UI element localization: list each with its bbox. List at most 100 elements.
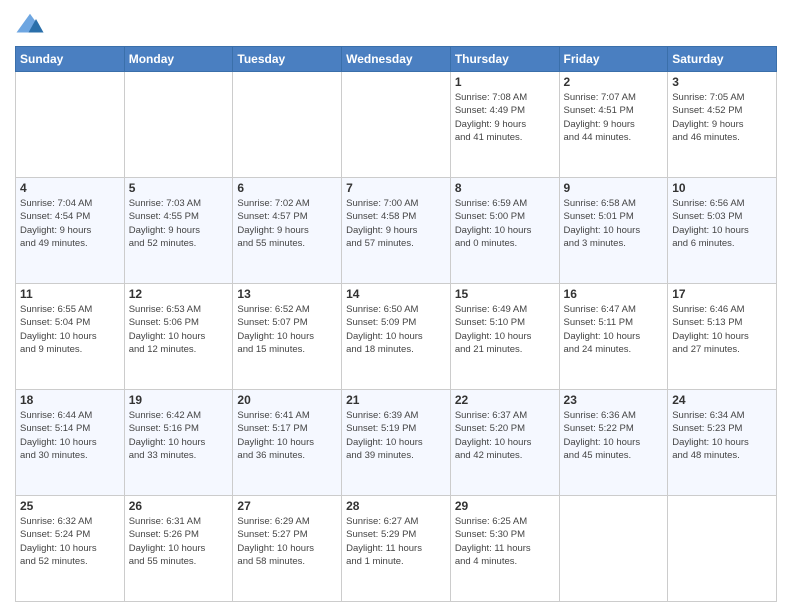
calendar-cell: 26 Sunrise: 6:31 AMSunset: 5:26 PMDayligh…	[124, 496, 233, 602]
day-number: 16	[564, 287, 664, 301]
day-number: 5	[129, 181, 229, 195]
day-number: 4	[20, 181, 120, 195]
logo-icon	[15, 10, 45, 40]
day-info: Sunrise: 6:27 AMSunset: 5:29 PMDaylight:…	[346, 515, 446, 568]
day-info: Sunrise: 7:02 AMSunset: 4:57 PMDaylight:…	[237, 197, 337, 250]
th-wednesday: Wednesday	[342, 47, 451, 72]
calendar-cell: 4 Sunrise: 7:04 AMSunset: 4:54 PMDaylight…	[16, 178, 125, 284]
day-number: 3	[672, 75, 772, 89]
calendar-cell: 10 Sunrise: 6:56 AMSunset: 5:03 PMDayligh…	[668, 178, 777, 284]
day-number: 18	[20, 393, 120, 407]
day-info: Sunrise: 6:42 AMSunset: 5:16 PMDaylight:…	[129, 409, 229, 462]
day-number: 24	[672, 393, 772, 407]
day-info: Sunrise: 6:56 AMSunset: 5:03 PMDaylight:…	[672, 197, 772, 250]
th-saturday: Saturday	[668, 47, 777, 72]
calendar-cell: 23Sunrise: 6:36 AMSunset: 5:22 PMDayligh…	[559, 390, 668, 496]
day-info: Sunrise: 7:05 AMSunset: 4:52 PMDaylight:…	[672, 91, 772, 144]
calendar-cell	[233, 72, 342, 178]
calendar-cell: 2 Sunrise: 7:07 AMSunset: 4:51 PMDaylight…	[559, 72, 668, 178]
day-info: Sunrise: 6:41 AMSunset: 5:17 PMDaylight:…	[237, 409, 337, 462]
calendar-cell	[16, 72, 125, 178]
calendar-body: 1 Sunrise: 7:08 AMSunset: 4:49 PMDaylight…	[16, 72, 777, 602]
logo	[15, 10, 49, 40]
day-number: 12	[129, 287, 229, 301]
day-info: Sunrise: 6:39 AMSunset: 5:19 PMDaylight:…	[346, 409, 446, 462]
calendar-cell	[342, 72, 451, 178]
day-info: Sunrise: 6:44 AMSunset: 5:14 PMDaylight:…	[20, 409, 120, 462]
calendar-cell: 18 Sunrise: 6:44 AMSunset: 5:14 PMDayligh…	[16, 390, 125, 496]
calendar-cell: 17Sunrise: 6:46 AMSunset: 5:13 PMDayligh…	[668, 284, 777, 390]
calendar-cell: 29 Sunrise: 6:25 AMSunset: 5:30 PMDayligh…	[450, 496, 559, 602]
day-number: 27	[237, 499, 337, 513]
calendar-week-1: 4 Sunrise: 7:04 AMSunset: 4:54 PMDaylight…	[16, 178, 777, 284]
day-number: 20	[237, 393, 337, 407]
calendar-week-0: 1 Sunrise: 7:08 AMSunset: 4:49 PMDaylight…	[16, 72, 777, 178]
calendar-cell: 25Sunrise: 6:32 AMSunset: 5:24 PMDayligh…	[16, 496, 125, 602]
calendar-cell: 20 Sunrise: 6:41 AMSunset: 5:17 PMDayligh…	[233, 390, 342, 496]
calendar-cell: 27Sunrise: 6:29 AMSunset: 5:27 PMDayligh…	[233, 496, 342, 602]
calendar-header: Sunday Monday Tuesday Wednesday Thursday…	[16, 47, 777, 72]
calendar-table: Sunday Monday Tuesday Wednesday Thursday…	[15, 46, 777, 602]
day-info: Sunrise: 6:50 AMSunset: 5:09 PMDaylight:…	[346, 303, 446, 356]
calendar-cell: 28Sunrise: 6:27 AMSunset: 5:29 PMDayligh…	[342, 496, 451, 602]
calendar-cell: 6 Sunrise: 7:02 AMSunset: 4:57 PMDaylight…	[233, 178, 342, 284]
calendar-cell: 11Sunrise: 6:55 AMSunset: 5:04 PMDayligh…	[16, 284, 125, 390]
day-number: 1	[455, 75, 555, 89]
day-number: 19	[129, 393, 229, 407]
th-tuesday: Tuesday	[233, 47, 342, 72]
day-info: Sunrise: 6:59 AMSunset: 5:00 PMDaylight:…	[455, 197, 555, 250]
header-row: Sunday Monday Tuesday Wednesday Thursday…	[16, 47, 777, 72]
th-sunday: Sunday	[16, 47, 125, 72]
calendar-cell: 5 Sunrise: 7:03 AMSunset: 4:55 PMDaylight…	[124, 178, 233, 284]
day-number: 10	[672, 181, 772, 195]
calendar-cell: 3 Sunrise: 7:05 AMSunset: 4:52 PMDaylight…	[668, 72, 777, 178]
calendar-cell: 22 Sunrise: 6:37 AMSunset: 5:20 PMDayligh…	[450, 390, 559, 496]
day-info: Sunrise: 7:08 AMSunset: 4:49 PMDaylight:…	[455, 91, 555, 144]
day-number: 26	[129, 499, 229, 513]
day-info: Sunrise: 6:49 AMSunset: 5:10 PMDaylight:…	[455, 303, 555, 356]
day-number: 14	[346, 287, 446, 301]
day-info: Sunrise: 6:37 AMSunset: 5:20 PMDaylight:…	[455, 409, 555, 462]
day-info: Sunrise: 6:52 AMSunset: 5:07 PMDaylight:…	[237, 303, 337, 356]
calendar-cell: 15 Sunrise: 6:49 AMSunset: 5:10 PMDayligh…	[450, 284, 559, 390]
calendar-cell: 13 Sunrise: 6:52 AMSunset: 5:07 PMDayligh…	[233, 284, 342, 390]
day-info: Sunrise: 6:32 AMSunset: 5:24 PMDaylight:…	[20, 515, 120, 568]
day-info: Sunrise: 6:25 AMSunset: 5:30 PMDaylight:…	[455, 515, 555, 568]
day-number: 29	[455, 499, 555, 513]
day-number: 15	[455, 287, 555, 301]
day-number: 7	[346, 181, 446, 195]
calendar-cell: 12Sunrise: 6:53 AMSunset: 5:06 PMDayligh…	[124, 284, 233, 390]
calendar-cell: 24 Sunrise: 6:34 AMSunset: 5:23 PMDayligh…	[668, 390, 777, 496]
day-info: Sunrise: 6:34 AMSunset: 5:23 PMDaylight:…	[672, 409, 772, 462]
calendar-cell	[559, 496, 668, 602]
day-info: Sunrise: 6:47 AMSunset: 5:11 PMDaylight:…	[564, 303, 664, 356]
calendar-week-2: 11Sunrise: 6:55 AMSunset: 5:04 PMDayligh…	[16, 284, 777, 390]
calendar-cell: 9 Sunrise: 6:58 AMSunset: 5:01 PMDaylight…	[559, 178, 668, 284]
calendar-cell: 14 Sunrise: 6:50 AMSunset: 5:09 PMDayligh…	[342, 284, 451, 390]
day-info: Sunrise: 7:07 AMSunset: 4:51 PMDaylight:…	[564, 91, 664, 144]
calendar-cell: 19 Sunrise: 6:42 AMSunset: 5:16 PMDayligh…	[124, 390, 233, 496]
day-info: Sunrise: 7:04 AMSunset: 4:54 PMDaylight:…	[20, 197, 120, 250]
calendar-cell: 1 Sunrise: 7:08 AMSunset: 4:49 PMDaylight…	[450, 72, 559, 178]
day-number: 6	[237, 181, 337, 195]
calendar-week-3: 18 Sunrise: 6:44 AMSunset: 5:14 PMDayligh…	[16, 390, 777, 496]
day-number: 22	[455, 393, 555, 407]
header	[15, 10, 777, 40]
day-number: 11	[20, 287, 120, 301]
calendar-cell: 21 Sunrise: 6:39 AMSunset: 5:19 PMDayligh…	[342, 390, 451, 496]
day-info: Sunrise: 6:58 AMSunset: 5:01 PMDaylight:…	[564, 197, 664, 250]
day-info: Sunrise: 7:03 AMSunset: 4:55 PMDaylight:…	[129, 197, 229, 250]
calendar-cell: 7Sunrise: 7:00 AMSunset: 4:58 PMDaylight…	[342, 178, 451, 284]
th-friday: Friday	[559, 47, 668, 72]
day-info: Sunrise: 6:46 AMSunset: 5:13 PMDaylight:…	[672, 303, 772, 356]
day-number: 13	[237, 287, 337, 301]
day-number: 2	[564, 75, 664, 89]
day-number: 21	[346, 393, 446, 407]
day-number: 9	[564, 181, 664, 195]
calendar-cell	[668, 496, 777, 602]
day-info: Sunrise: 6:31 AMSunset: 5:26 PMDaylight:…	[129, 515, 229, 568]
th-monday: Monday	[124, 47, 233, 72]
calendar-cell	[124, 72, 233, 178]
calendar-cell: 16 Sunrise: 6:47 AMSunset: 5:11 PMDayligh…	[559, 284, 668, 390]
page: Sunday Monday Tuesday Wednesday Thursday…	[0, 0, 792, 612]
